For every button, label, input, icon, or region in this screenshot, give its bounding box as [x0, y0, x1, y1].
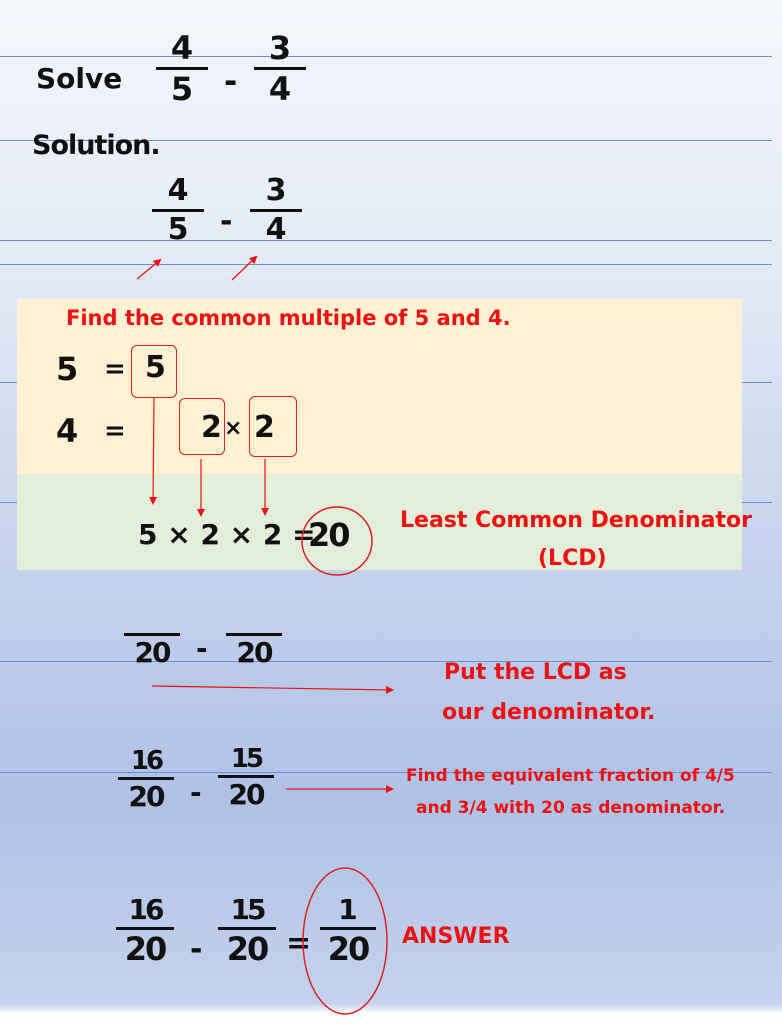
row2-factor1: 2 [201, 410, 222, 445]
solution-fraction-a: 4 5 [152, 176, 204, 245]
lcd-label-line2: (LCD) [538, 546, 607, 571]
numerator: 16 [128, 893, 165, 926]
ruled-line [0, 264, 772, 265]
answer-label: ANSWER [402, 924, 510, 949]
denominator: 4 [268, 70, 292, 108]
arrow-to-denominator-5 [136, 258, 162, 280]
lcd-fraction-b: 20 [226, 630, 282, 667]
row2-factor2: 2 [254, 410, 275, 445]
numerator: 4 [170, 29, 194, 67]
numerator: 1 [338, 893, 358, 926]
row2-times: × [224, 416, 243, 441]
denominator: 5 [170, 70, 194, 108]
row1-left: 5 [56, 350, 79, 388]
denominator: 20 [236, 636, 274, 669]
lcd-result: 20 [308, 516, 351, 554]
final-fraction-a: 16 20 [116, 896, 174, 965]
denominator: 20 [226, 930, 270, 968]
denominator: 20 [327, 930, 371, 968]
lcd-label-line1: Least Common Denominator [400, 508, 753, 533]
product-expression: 5 × 2 × 2 = [138, 518, 316, 551]
common-multiple-instruction: Find the common multiple of 5 and 4. [66, 306, 511, 330]
denominator: 5 [167, 212, 189, 247]
minus-operator: - [196, 632, 208, 665]
equivalent-note-line2: and 3/4 with 20 as denominator. [416, 798, 726, 818]
denominator: 20 [134, 636, 172, 669]
equivalent-note-line1: Find the equivalent fraction of 4/5 [406, 766, 735, 786]
solution-heading: Solution. [32, 130, 161, 161]
solution-fraction-b: 3 4 [250, 176, 302, 245]
numerator: 3 [265, 173, 287, 208]
row1-equals: = [104, 354, 126, 384]
denominator: 4 [265, 212, 287, 247]
denominator: 20 [128, 780, 166, 813]
equivalent-fraction-b: 15 20 [218, 746, 274, 809]
arrow-to-lcd-note [151, 685, 394, 694]
minus-operator: - [224, 62, 238, 100]
ruled-line [0, 56, 772, 57]
row2-equals: = [104, 416, 126, 446]
minus-operator: - [220, 204, 233, 239]
lcd-fraction-a: 20 [124, 630, 180, 667]
ruled-line [0, 240, 772, 241]
ruled-line [0, 661, 772, 662]
minus-operator: - [190, 776, 202, 809]
numerator: 15 [230, 893, 267, 926]
lcd-note-line2: our denominator. [442, 700, 656, 725]
final-fraction-b: 15 20 [218, 896, 276, 965]
arrow-to-denominator-4 [231, 255, 258, 281]
numerator: 4 [167, 173, 189, 208]
denominator: 20 [124, 930, 168, 968]
denominator: 20 [228, 778, 266, 811]
equals-sign: = [286, 926, 312, 961]
problem-fraction-a: 4 5 [156, 32, 208, 105]
numerator: 15 [230, 744, 264, 774]
answer-fraction: 1 20 [320, 896, 376, 965]
lcd-note-line1: Put the LCD as [444, 660, 627, 685]
numerator: 16 [130, 746, 164, 776]
numerator: 3 [268, 29, 292, 67]
row1-factor: 5 [145, 350, 166, 385]
solve-label: Solve [36, 62, 123, 95]
row2-left: 4 [56, 412, 79, 450]
problem-fraction-b: 3 4 [254, 32, 306, 105]
equivalent-fraction-a: 16 20 [118, 748, 174, 811]
minus-operator: - [190, 932, 203, 967]
